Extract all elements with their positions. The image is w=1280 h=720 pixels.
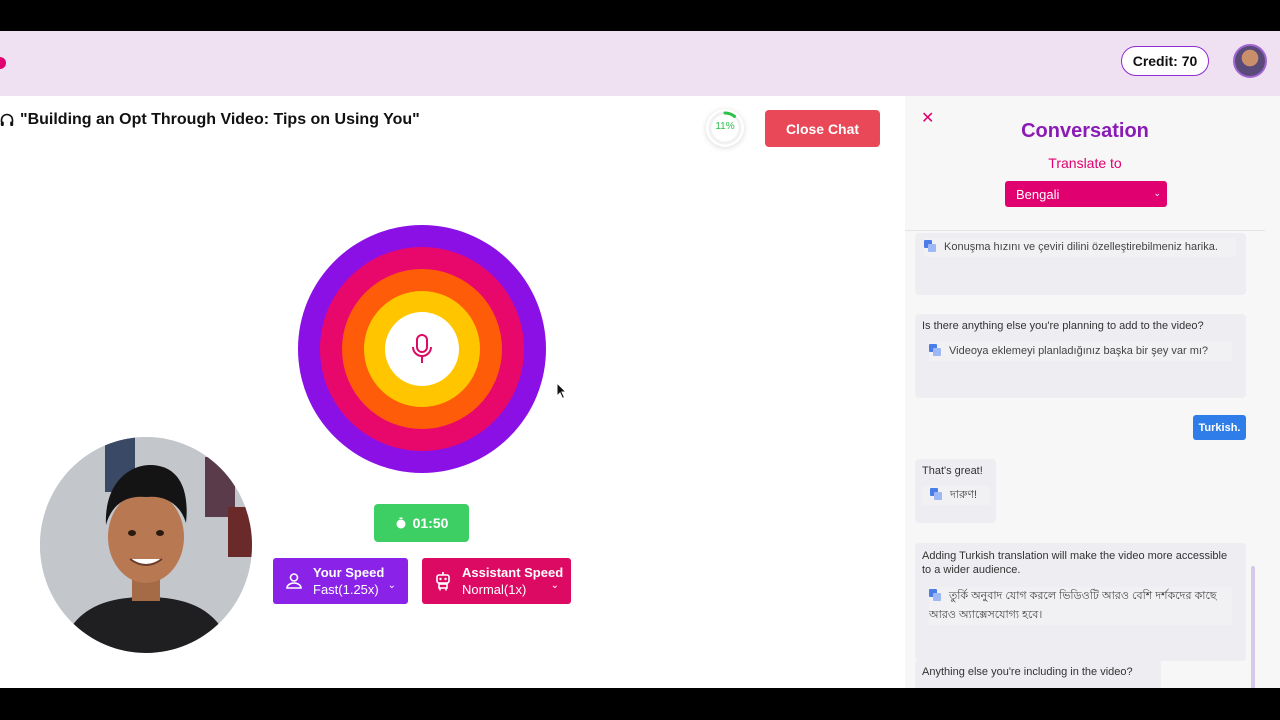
translation-box: Videoya eklemeyi planladığınız başka bir… — [929, 342, 1232, 361]
microphone-icon — [412, 334, 432, 363]
translation-text: দারুণ! — [950, 489, 978, 501]
chevron-down-icon: ⌄ — [550, 580, 559, 591]
conversation-panel: ✕ Conversation Translate to Bengali ⌄ Ko… — [905, 96, 1280, 688]
timer-badge: 01:50 — [374, 504, 469, 542]
assistant-speed-text: Assistant Speed Normal(1x) — [462, 564, 563, 598]
translation-text: তুর্কি অনুবাদ যোগ করলে ভিডিওটি আরও বেশি … — [929, 590, 1217, 621]
headphones-icon — [0, 113, 14, 126]
mouse-cursor-icon — [556, 382, 568, 400]
translate-icon — [930, 488, 942, 500]
assistant-message: Konuşma hızını ve çeviri dilini özelleşt… — [915, 233, 1246, 295]
user-avatar[interactable] — [1233, 44, 1267, 78]
credit-badge[interactable]: Credit: 70 — [1121, 46, 1209, 76]
robot-icon — [436, 572, 450, 591]
progress-ring: 11% — [706, 109, 744, 147]
user-message: Turkish. — [1193, 415, 1246, 440]
translate-icon — [929, 589, 941, 601]
your-speed-value: Fast(1.25x) — [313, 582, 379, 597]
your-speed-text: Your Speed Fast(1.25x) — [313, 564, 384, 598]
your-speed-button[interactable]: Your Speed Fast(1.25x) ⌄ — [273, 558, 408, 604]
assistant-message: Is there anything else you're planning t… — [915, 314, 1246, 398]
orb-ring-pink — [320, 247, 524, 451]
assistant-message: That's great! দারুণ! — [915, 459, 996, 523]
video-title: "Building an Opt Through Video: Tips on … — [20, 111, 420, 128]
translation-text: Konuşma hızını ve çeviri dilini özelleşt… — [944, 241, 1218, 253]
stopwatch-icon — [396, 517, 406, 529]
assistant-message: Anything else you're including in the vi… — [915, 660, 1161, 688]
close-chat-button[interactable]: Close Chat — [765, 110, 880, 147]
video-title-row: "Building an Opt Through Video: Tips on … — [0, 111, 420, 129]
translate-icon — [924, 240, 936, 252]
translation-box: তুর্কি অনুবাদ যোগ করলে ভিডিওটি আরও বেশি … — [929, 587, 1232, 625]
message-text: Is there anything else you're planning t… — [922, 320, 1204, 332]
message-text: Anything else you're including in the vi… — [922, 666, 1133, 678]
microphone-button[interactable] — [385, 312, 459, 386]
message-list[interactable]: Konuşma hızını ve çeviri dilini özelleşt… — [905, 96, 1265, 688]
assistant-speed-button[interactable]: Assistant Speed Normal(1x) ⌄ — [422, 558, 571, 604]
message-text: Adding Turkish translation will make the… — [922, 550, 1228, 576]
message-text: That's great! — [922, 465, 983, 477]
timer-value: 01:50 — [412, 515, 449, 531]
translate-icon — [929, 344, 941, 356]
webcam-feed — [40, 437, 252, 653]
translation-box: Konuşma hızını ve çeviri dilini özelleşt… — [924, 238, 1236, 257]
voice-orb[interactable] — [298, 225, 546, 473]
your-speed-title: Your Speed — [313, 565, 385, 580]
orb-ring-yellow — [364, 291, 480, 407]
translation-box: দারুণ! — [922, 486, 990, 505]
chat-scrollbar[interactable] — [1251, 566, 1255, 688]
logo[interactable] — [0, 57, 6, 69]
user-icon — [286, 573, 302, 589]
progress-label: 11% — [715, 121, 735, 132]
translation-text: Videoya eklemeyi planladığınız başka bir… — [949, 345, 1209, 357]
app-frame: Credit: 70 "Building an Opt Through Vide… — [0, 31, 1280, 688]
webcam-person-illustration — [40, 437, 252, 653]
assistant-speed-title: Assistant Speed — [462, 565, 564, 580]
assistant-speed-value: Normal(1x) — [462, 582, 527, 597]
top-bar: Credit: 70 — [0, 31, 1280, 96]
chevron-down-icon: ⌄ — [387, 580, 396, 591]
orb-ring-orange — [342, 269, 502, 429]
assistant-message: Adding Turkish translation will make the… — [915, 543, 1246, 661]
